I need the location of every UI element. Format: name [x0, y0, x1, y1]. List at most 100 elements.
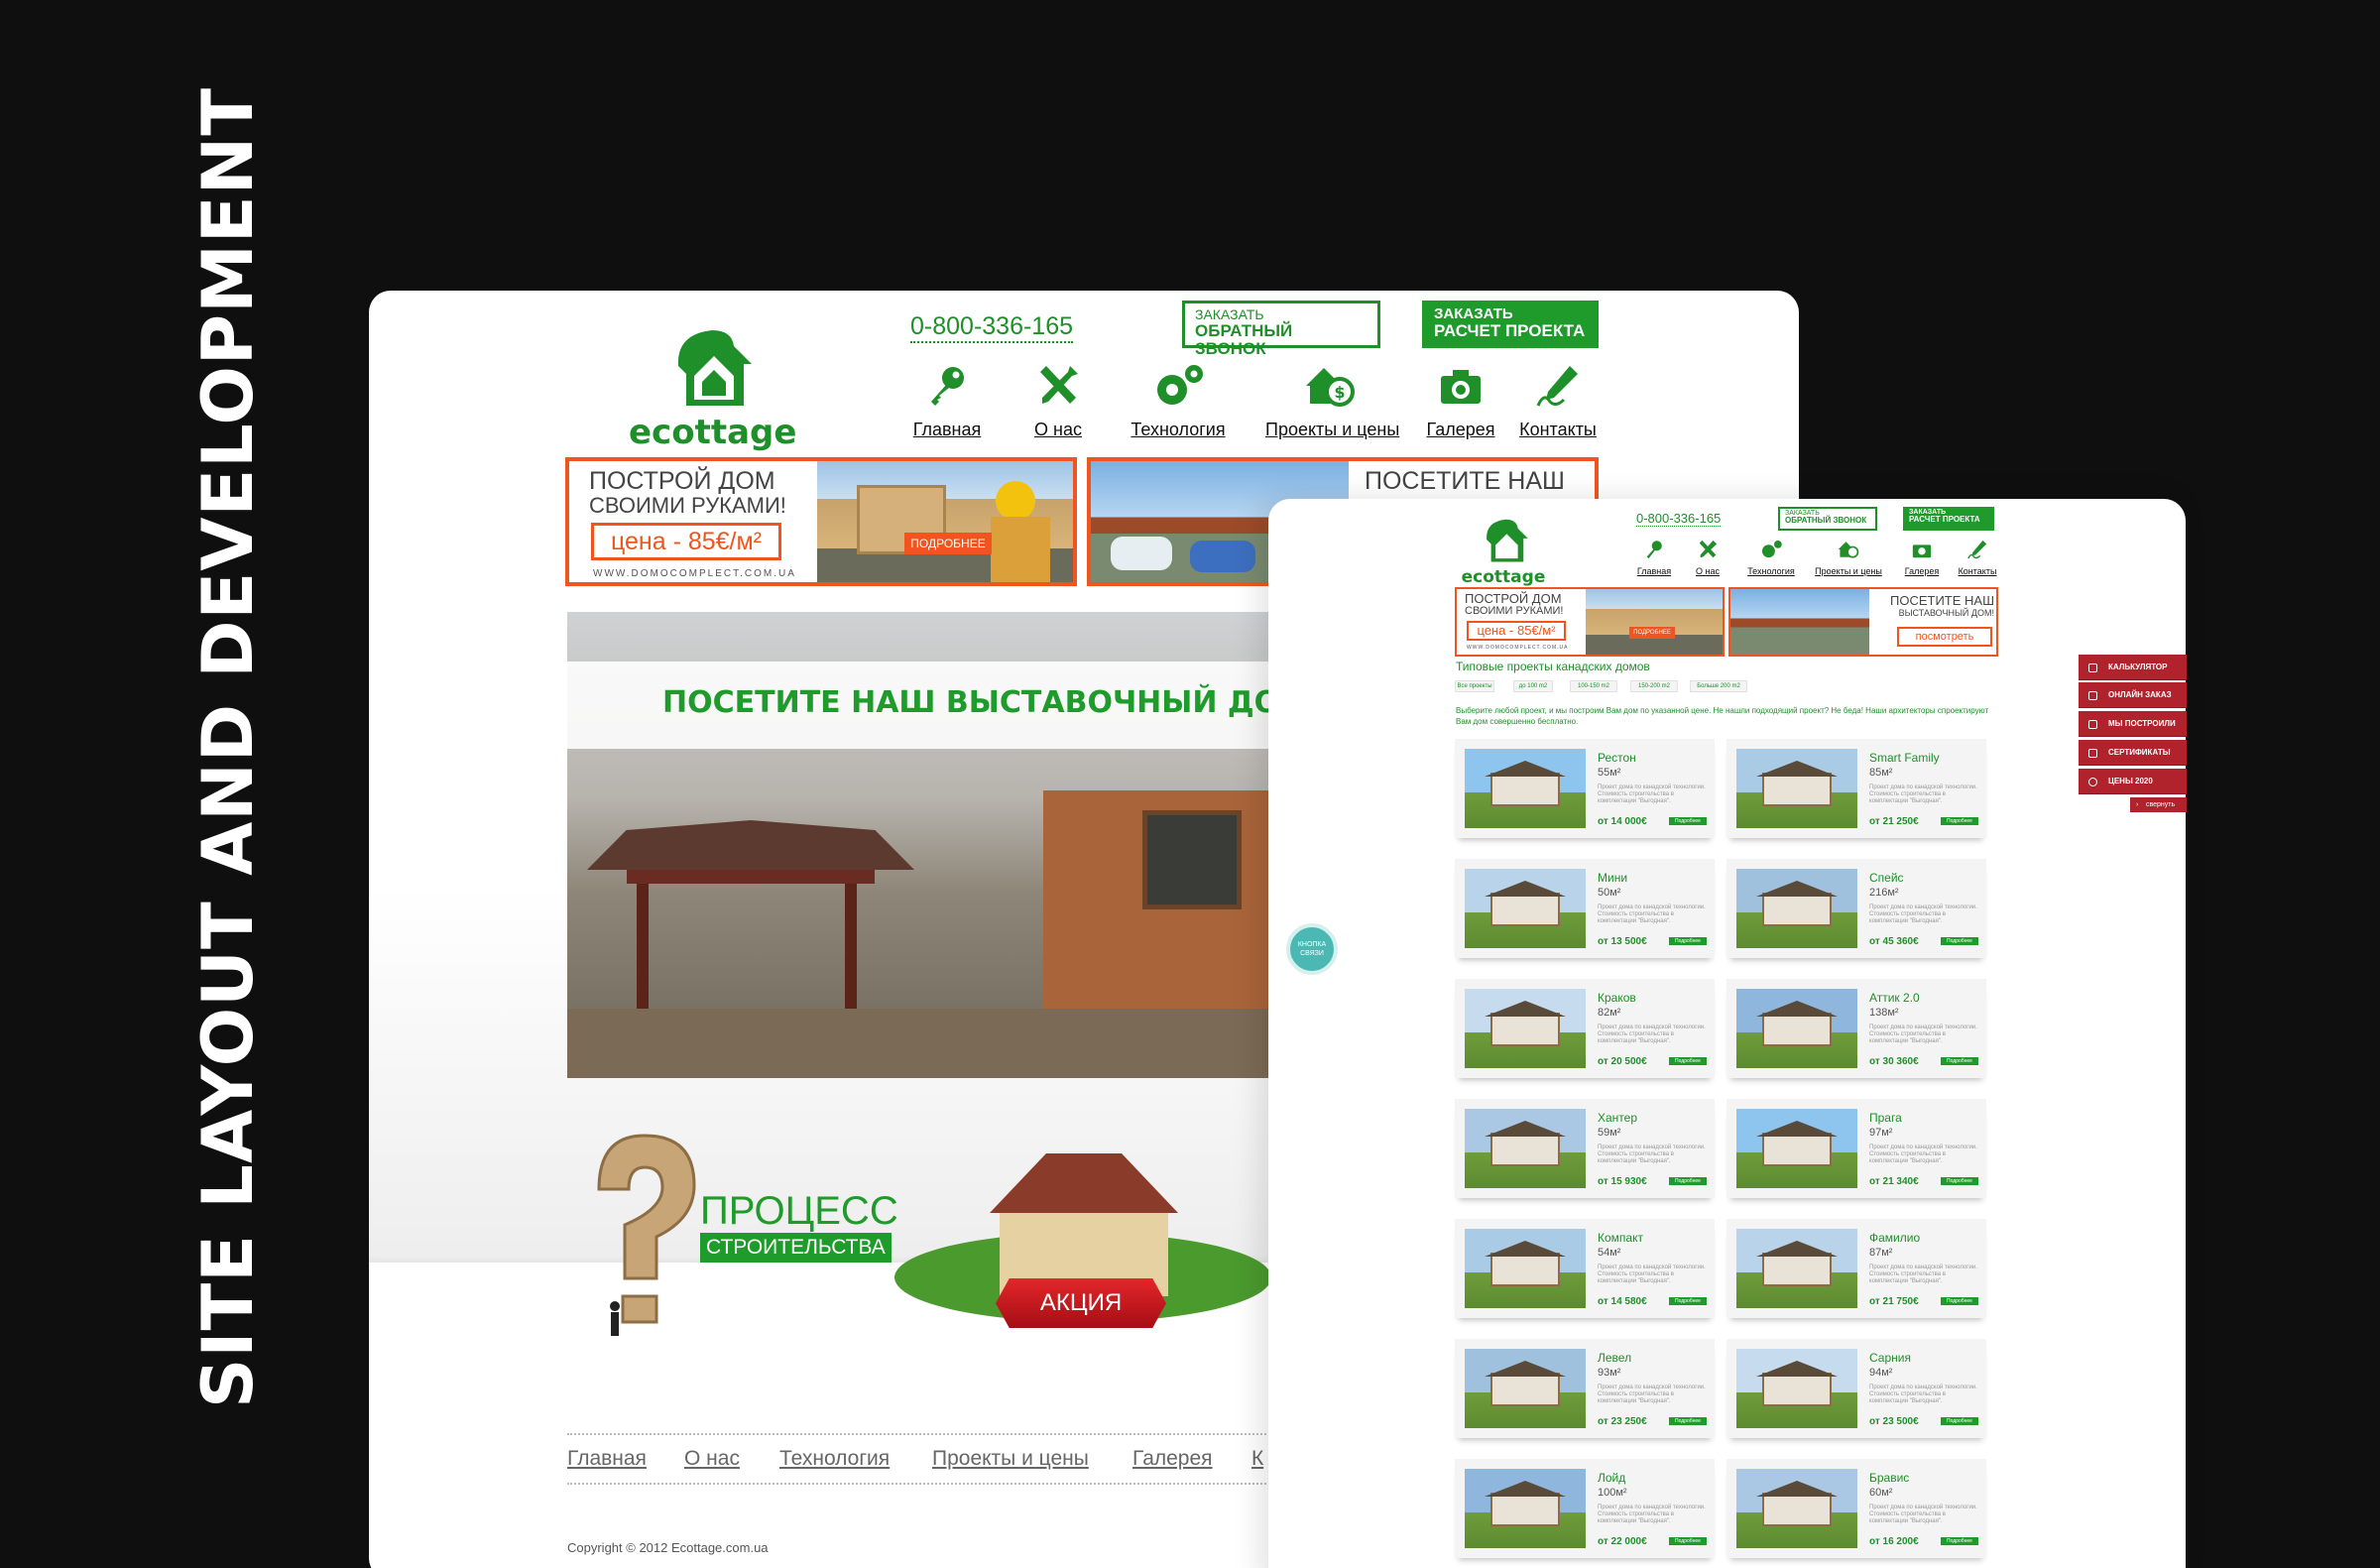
sidebar-collapse[interactable]: › свернуть	[2130, 797, 2187, 812]
project-more-button[interactable]: Подробнее	[1669, 817, 1707, 825]
filter-over-200[interactable]: Больше 200 m2	[1690, 680, 1747, 692]
phone-number[interactable]: 0-800-336-165	[910, 312, 1074, 343]
diy-banner[interactable]: ПОСТРОЙ ДОМ СВОИМИ РУКАМИ! цена - 85€/м²…	[565, 457, 1077, 586]
project-more-button[interactable]: Подробнее	[1941, 1177, 1978, 1185]
sidebar-calculator[interactable]: КАЛЬКУЛЯТОР	[2079, 655, 2187, 680]
nav-about[interactable]: О нас	[1027, 362, 1089, 440]
diy-banner-small-more[interactable]: ПОДРОБНЕЕ	[1629, 627, 1675, 639]
nav-gallery[interactable]: Галерея	[1426, 362, 1495, 440]
footer-link-contacts[interactable]: К	[1251, 1447, 1263, 1471]
sidebar-online-order[interactable]: ОНЛАЙН ЗАКАЗ	[2079, 682, 2187, 708]
diy-banner-more[interactable]: ПОДРОБНЕЕ	[904, 533, 992, 554]
project-photo[interactable]	[1465, 869, 1586, 948]
calc-button[interactable]: ЗАКАЗАТЬ РАСЧЕТ ПРОЕКТА	[1422, 301, 1599, 348]
project-card[interactable]: Сарния 94м² Проект дома по канадской техно…	[1726, 1339, 1986, 1438]
footer-link-projects[interactable]: Проекты и цены	[932, 1447, 1089, 1471]
process-title[interactable]: ПРОЦЕСС	[700, 1189, 898, 1234]
footer-link-gallery[interactable]: Галерея	[1132, 1447, 1213, 1471]
process-subtitle[interactable]: СТРОИТЕЛЬСТВА	[700, 1233, 892, 1263]
project-photo[interactable]	[1736, 1229, 1857, 1308]
project-name[interactable]: Лойд	[1598, 1471, 1625, 1485]
project-more-button[interactable]: Подробнее	[1669, 1177, 1707, 1185]
project-name[interactable]: Прага	[1869, 1111, 1902, 1125]
filter-all[interactable]: Все проекты	[1455, 680, 1494, 692]
showhouse-banner-small-more[interactable]: посмотреть	[1897, 627, 1992, 647]
project-card[interactable]: Спейс 216м² Проект дома по канадской техно…	[1726, 859, 1986, 958]
project-photo[interactable]	[1465, 1349, 1586, 1428]
project-more-button[interactable]: Подробнее	[1669, 1297, 1707, 1305]
logo[interactable]: ecottage	[629, 326, 796, 452]
nav-small-projects[interactable]: Проекты и цены	[1814, 539, 1883, 576]
project-more-button[interactable]: Подробнее	[1941, 1297, 1978, 1305]
project-card[interactable]: Фамилио 87м² Проект дома по канадской техн…	[1726, 1219, 1986, 1318]
project-card[interactable]: Бравис 60м² Проект дома по канадской техно…	[1726, 1459, 1986, 1558]
calc-button-small[interactable]: ЗАКАЗАТЬ РАСЧЕТ ПРОЕКТА	[1903, 507, 1994, 531]
diy-banner-small[interactable]: ПОСТРОЙ ДОМ СВОИМИ РУКАМИ! цена - 85€/м²…	[1455, 587, 1725, 657]
project-name[interactable]: Рестон	[1598, 751, 1636, 765]
project-photo[interactable]	[1736, 1469, 1857, 1548]
project-photo[interactable]	[1736, 749, 1857, 828]
footer-link-home[interactable]: Главная	[567, 1447, 647, 1471]
project-more-button[interactable]: Подробнее	[1941, 937, 1978, 945]
filter-150-200[interactable]: 150-200 m2	[1630, 680, 1678, 692]
logo-small[interactable]: ecottage	[1459, 517, 1548, 587]
project-more-button[interactable]: Подробнее	[1941, 1057, 1978, 1065]
project-name[interactable]: Хантер	[1598, 1111, 1637, 1125]
project-more-button[interactable]: Подробнее	[1669, 1417, 1707, 1425]
project-card[interactable]: Мини 50м² Проект дома по канадской техноло…	[1455, 859, 1715, 958]
phone-number-small[interactable]: 0-800-336-165	[1636, 511, 1722, 527]
project-card[interactable]: Хантер 59м² Проект дома по канадской техно…	[1455, 1099, 1715, 1198]
project-more-button[interactable]: Подробнее	[1669, 1537, 1707, 1545]
project-card[interactable]: Краков 82м² Проект дома по канадской техно…	[1455, 979, 1715, 1078]
footer-link-about[interactable]: О нас	[684, 1447, 740, 1471]
sale-button[interactable]: АКЦИЯ	[996, 1278, 1166, 1328]
footer-link-technology[interactable]: Технология	[779, 1447, 890, 1471]
nav-projects[interactable]: $ Проекты и цены	[1265, 362, 1399, 440]
nav-small-gallery[interactable]: Галерея	[1903, 539, 1941, 576]
project-photo[interactable]	[1465, 989, 1586, 1068]
sidebar-certificates[interactable]: СЕРТИФИКАТЫ	[2079, 740, 2187, 766]
project-photo[interactable]	[1736, 1109, 1857, 1188]
callback-button[interactable]: ЗАКАЗАТЬ ОБРАТНЫЙ ЗВОНОК	[1182, 301, 1380, 357]
nav-home[interactable]: Главная	[908, 362, 986, 440]
project-card[interactable]: Компакт 54м² Проект дома по канадской техн…	[1455, 1219, 1715, 1318]
nav-technology[interactable]: Технология	[1130, 362, 1226, 440]
nav-small-about[interactable]: О нас	[1693, 539, 1723, 576]
project-more-button[interactable]: Подробнее	[1941, 1417, 1978, 1425]
project-card[interactable]: Аттик 2.0 138м² Проект дома по канадской т…	[1726, 979, 1986, 1078]
project-more-button[interactable]: Подробнее	[1941, 1537, 1978, 1545]
nav-small-technology[interactable]: Технология	[1746, 539, 1796, 576]
filter-100-150[interactable]: 100-150 m2	[1570, 680, 1617, 692]
project-photo[interactable]	[1736, 1349, 1857, 1428]
project-card[interactable]: Левел 93м² Проект дома по канадской технол…	[1455, 1339, 1715, 1438]
project-name[interactable]: Фамилио	[1869, 1231, 1920, 1245]
nav-small-home[interactable]: Главная	[1635, 539, 1673, 576]
project-name[interactable]: Левел	[1598, 1351, 1631, 1365]
project-name[interactable]: Аттик 2.0	[1869, 991, 1920, 1005]
project-name[interactable]: Компакт	[1598, 1231, 1643, 1245]
project-photo[interactable]	[1465, 749, 1586, 828]
project-photo[interactable]	[1465, 1109, 1586, 1188]
project-photo[interactable]	[1465, 1229, 1586, 1308]
sidebar-built[interactable]: МЫ ПОСТРОИЛИ	[2079, 711, 2187, 737]
project-name[interactable]: Мини	[1598, 871, 1627, 885]
sidebar-prices[interactable]: ЦЕНЫ 2020	[2079, 769, 2187, 794]
nav-small-contacts[interactable]: Контакты	[1957, 539, 1998, 576]
project-photo[interactable]	[1736, 989, 1857, 1068]
project-more-button[interactable]: Подробнее	[1669, 1057, 1707, 1065]
showhouse-banner-small[interactable]: ПОСЕТИТЕ НАШ ВЫСТАВОЧНЫЙ ДОМ! посмотреть	[1728, 587, 1998, 657]
project-card[interactable]: Smart Family 85м² Проект дома по канадской…	[1726, 739, 1986, 838]
contact-float-button[interactable]: КНОПКА СВЯЗИ	[1286, 923, 1338, 975]
callback-button-small[interactable]: ЗАКАЗАТЬ ОБРАТНЫЙ ЗВОНОК	[1778, 507, 1877, 531]
project-name[interactable]: Спейс	[1869, 871, 1904, 885]
nav-contacts[interactable]: Контакты	[1519, 362, 1597, 440]
project-name[interactable]: Краков	[1598, 991, 1636, 1005]
project-photo[interactable]	[1465, 1469, 1586, 1548]
project-name[interactable]: Smart Family	[1869, 751, 1940, 765]
project-photo[interactable]	[1736, 869, 1857, 948]
hero-image[interactable]: ПОСЕТИТЕ НАШ ВЫСТАВОЧНЫЙ ДОМ-С	[567, 612, 1281, 1078]
project-more-button[interactable]: Подробнее	[1941, 817, 1978, 825]
project-card[interactable]: Лойд 100м² Проект дома по канадской технол…	[1455, 1459, 1715, 1558]
filter-upto-100[interactable]: до 100 m2	[1513, 680, 1553, 692]
project-card[interactable]: Прага 97м² Проект дома по канадской технол…	[1726, 1099, 1986, 1198]
